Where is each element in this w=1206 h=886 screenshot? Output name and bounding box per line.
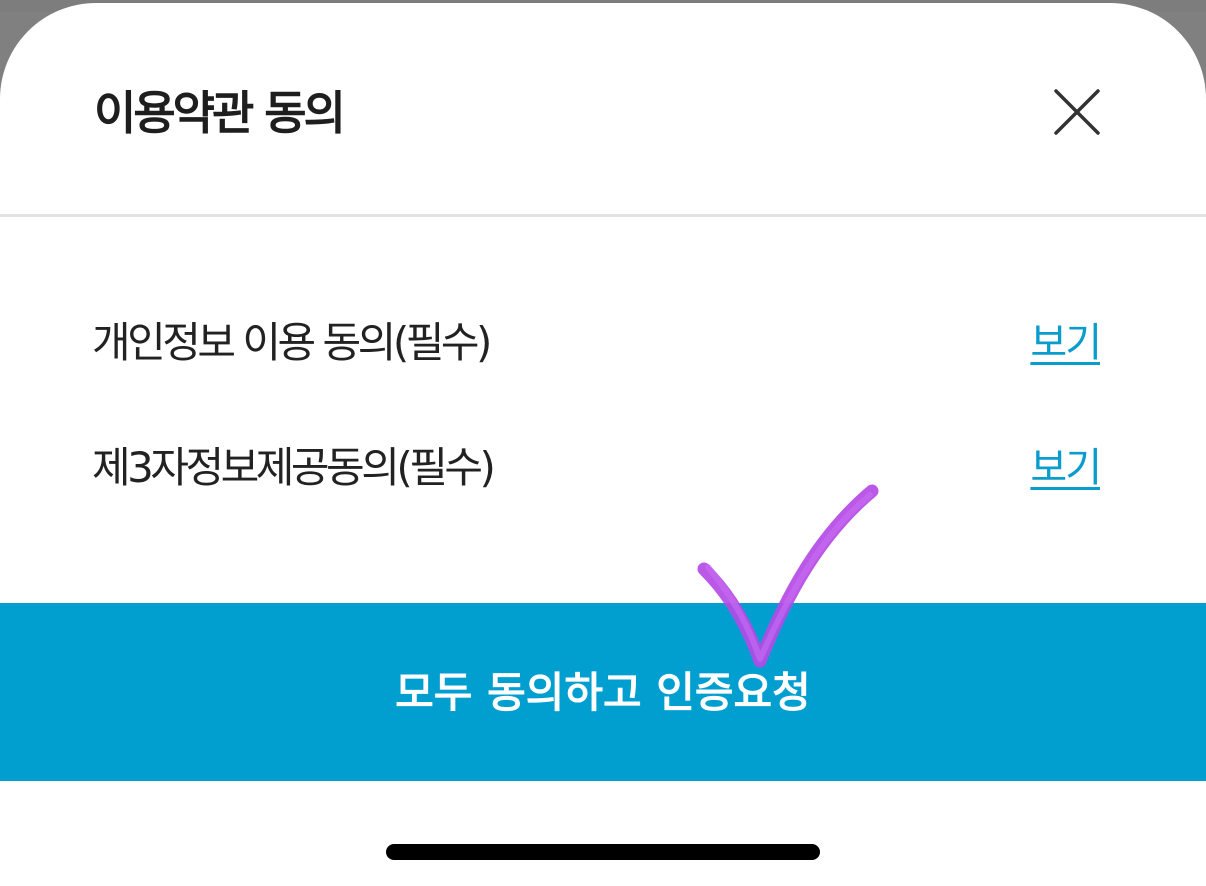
close-button[interactable] — [1048, 83, 1106, 141]
terms-bottom-sheet: 이용약관 동의 개인정보 이용 동의(필수) 보기 제3자정보제공동의(필수) … — [0, 3, 1206, 886]
home-indicator — [386, 844, 820, 860]
page-title: 이용약관 동의 — [94, 86, 346, 140]
header-divider — [0, 214, 1206, 217]
view-link[interactable]: 보기 — [1030, 438, 1102, 498]
sheet-header: 이용약관 동의 — [0, 3, 1206, 215]
terms-item-third-party: 제3자정보제공동의(필수) 보기 — [0, 428, 1206, 508]
terms-item-privacy: 개인정보 이용 동의(필수) 보기 — [0, 303, 1206, 383]
terms-item-label: 개인정보 이용 동의(필수) — [92, 318, 492, 367]
terms-item-label: 제3자정보제공동의(필수) — [92, 443, 496, 492]
agree-all-button[interactable]: 모두 동의하고 인증요청 — [0, 603, 1206, 781]
view-link[interactable]: 보기 — [1030, 313, 1102, 373]
agree-all-label: 모두 동의하고 인증요청 — [395, 668, 811, 717]
close-icon — [1054, 89, 1100, 135]
